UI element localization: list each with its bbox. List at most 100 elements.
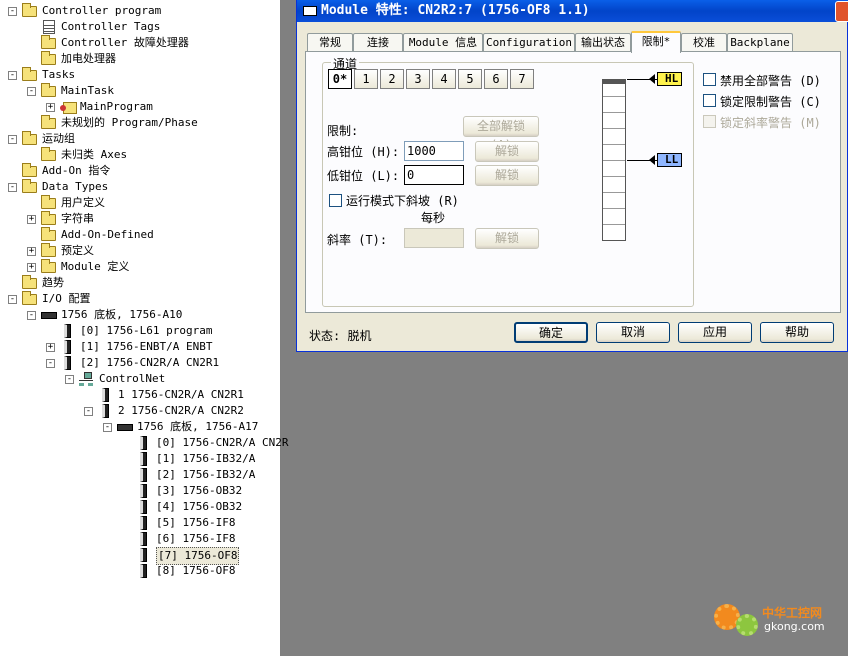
tree-item[interactable]: + MainProgram xyxy=(46,99,278,115)
channel-4-button[interactable]: 4 xyxy=(432,69,456,89)
expand-icon[interactable]: + xyxy=(27,247,36,256)
channel-0-button[interactable]: 0* xyxy=(328,69,352,89)
low-clamp-input[interactable]: 0 xyxy=(404,165,464,185)
collapse-icon[interactable]: - xyxy=(8,183,17,192)
cancel-button[interactable]: 取消 xyxy=(596,322,670,343)
collapse-icon[interactable]: - xyxy=(8,71,17,80)
expand-icon[interactable]: + xyxy=(46,103,55,112)
hl-marker[interactable]: HL xyxy=(648,72,683,86)
tab-output-state[interactable]: 输出状态 xyxy=(575,33,631,52)
tab-backplane[interactable]: Backplane xyxy=(727,33,793,52)
tree-item[interactable]: 趋势 xyxy=(8,275,278,291)
tab-general[interactable]: 常规 xyxy=(307,33,353,52)
tree-item[interactable]: + 字符串 xyxy=(27,211,278,227)
tree-item[interactable]: [1] 1756-IB32/A xyxy=(122,451,278,467)
tree-item[interactable]: - 1756 底板, 1756-A17 xyxy=(103,419,278,435)
tree-item[interactable]: + [1] 1756-ENBT/A ENBT xyxy=(46,339,278,355)
project-tree[interactable]: - Controller program Controller Tags Contro… xyxy=(0,0,288,656)
green-gear-icon xyxy=(736,614,758,636)
module-icon xyxy=(136,564,152,578)
channel-6-button[interactable]: 6 xyxy=(484,69,508,89)
tree-item-label: 预定义 xyxy=(61,244,94,257)
collapse-icon[interactable]: - xyxy=(8,7,17,16)
help-button[interactable]: 帮助 xyxy=(760,322,834,343)
tree-item[interactable]: + 预定义 xyxy=(27,243,278,259)
tree-item[interactable]: - 运动组 xyxy=(8,131,278,147)
collapse-icon[interactable]: - xyxy=(103,423,112,432)
collapse-icon[interactable]: - xyxy=(8,295,17,304)
tree-item[interactable]: [5] 1756-IF8 xyxy=(122,515,278,531)
channel-1-button[interactable]: 1 xyxy=(354,69,378,89)
tree-item[interactable]: - I/O 配置 xyxy=(8,291,278,307)
folder-icon xyxy=(22,291,38,306)
collapse-icon[interactable]: - xyxy=(46,359,55,368)
tree-item[interactable]: 1 1756-CN2R/A CN2R1 xyxy=(84,387,278,403)
tree-item[interactable]: + Module 定义 xyxy=(27,259,278,275)
tree-item[interactable]: [7] 1756-OF8 xyxy=(122,547,278,565)
tree-item[interactable]: 加电处理器 xyxy=(27,51,278,67)
collapse-icon[interactable]: - xyxy=(27,87,36,96)
rate-unlock-button[interactable]: 解锁 xyxy=(475,228,539,249)
tree-item[interactable]: [4] 1756-OB32 xyxy=(122,499,278,515)
ok-button[interactable]: 确定 xyxy=(514,322,588,343)
tree-item[interactable]: - ControlNet xyxy=(65,371,278,387)
tree-item[interactable]: 用户定义 xyxy=(27,195,278,211)
ramp-label: 运行模式下斜坡 (R) xyxy=(346,194,459,208)
tree-item[interactable]: [6] 1756-IF8 xyxy=(122,531,278,547)
dialog-titlebar[interactable]: Module 特性: CN2R2:7 (1756-OF8 1.1) xyxy=(297,0,848,22)
tab-limits[interactable]: 限制* xyxy=(631,31,681,53)
collapse-icon[interactable]: - xyxy=(65,375,74,384)
folder-icon xyxy=(22,275,38,290)
tree-item[interactable]: - Data Types xyxy=(8,179,278,195)
tree-item-label: [5] 1756-IF8 xyxy=(156,516,236,529)
tree-item[interactable]: 未归类 Axes xyxy=(27,147,278,163)
tree-item-label: 用户定义 xyxy=(61,196,105,209)
ramp-checkbox[interactable] xyxy=(329,194,342,207)
tree-item[interactable]: - MainTask xyxy=(27,83,278,99)
tree-item[interactable]: Add-On 指令 xyxy=(8,163,278,179)
tree-item[interactable]: [8] 1756-OF8 xyxy=(122,563,278,579)
latch-limit-alarms-checkbox[interactable] xyxy=(703,94,716,107)
low-clamp-unlock-button[interactable]: 解锁 xyxy=(475,165,539,186)
channel-5-button[interactable]: 5 xyxy=(458,69,482,89)
unlock-all-button[interactable]: 全部解锁 (A) xyxy=(463,116,539,152)
tree-item[interactable]: Add-On-Defined xyxy=(27,227,278,243)
expand-icon[interactable]: + xyxy=(27,263,36,272)
tree-item[interactable]: [0] 1756-L61 program xyxy=(46,323,278,339)
collapse-icon[interactable]: - xyxy=(8,135,17,144)
latch-rate-alarms-label: 锁定斜率警告 (M) xyxy=(720,116,821,130)
tree-item[interactable]: [0] 1756-CN2R/A CN2R xyxy=(122,435,288,451)
expand-icon[interactable]: + xyxy=(27,215,36,224)
channel-2-button[interactable]: 2 xyxy=(380,69,404,89)
disable-alarms-checkbox[interactable] xyxy=(703,73,716,86)
tree-item[interactable]: - Tasks xyxy=(8,67,278,83)
tree-item-label: 加电处理器 xyxy=(61,52,116,65)
tab-module-info[interactable]: Module 信息 xyxy=(403,33,483,52)
tree-item[interactable]: - Controller program xyxy=(8,3,278,19)
tree-item[interactable]: - 1756 底板, 1756-A10 xyxy=(27,307,278,323)
tree-item[interactable]: - [2] 1756-CN2R/A CN2R1 xyxy=(46,355,278,371)
tree-item[interactable]: Controller Tags xyxy=(27,19,278,35)
collapse-icon[interactable]: - xyxy=(27,311,36,320)
collapse-icon[interactable]: - xyxy=(84,407,93,416)
tree-item[interactable]: [2] 1756-IB32/A xyxy=(122,467,278,483)
limit-gauge xyxy=(602,79,626,241)
channel-3-button[interactable]: 3 xyxy=(406,69,430,89)
ll-marker[interactable]: LL xyxy=(648,153,683,167)
channel-7-button[interactable]: 7 xyxy=(510,69,534,89)
tree-item[interactable]: Controller 故障处理器 xyxy=(27,35,278,51)
apply-button[interactable]: 应用 xyxy=(678,322,752,343)
tree-item[interactable]: 未规划的 Program/Phase xyxy=(27,115,278,131)
tree-item[interactable]: - 2 1756-CN2R/A CN2R2 xyxy=(84,403,278,419)
expand-icon[interactable]: + xyxy=(46,343,55,352)
high-clamp-unlock-button[interactable]: 解锁 xyxy=(475,141,539,162)
close-button[interactable] xyxy=(835,1,848,22)
latch-rate-alarms-checkbox[interactable] xyxy=(703,115,716,128)
tree-item[interactable]: [3] 1756-OB32 xyxy=(122,483,278,499)
tab-configuration[interactable]: Configuration xyxy=(483,33,575,52)
tab-connection[interactable]: 连接 xyxy=(353,33,403,52)
tab-calibration[interactable]: 校准 xyxy=(681,33,727,52)
high-clamp-input[interactable]: 1000 xyxy=(404,141,464,161)
rate-input[interactable] xyxy=(404,228,464,248)
latch-limit-alarms-label: 锁定限制警告 (C) xyxy=(720,95,821,109)
